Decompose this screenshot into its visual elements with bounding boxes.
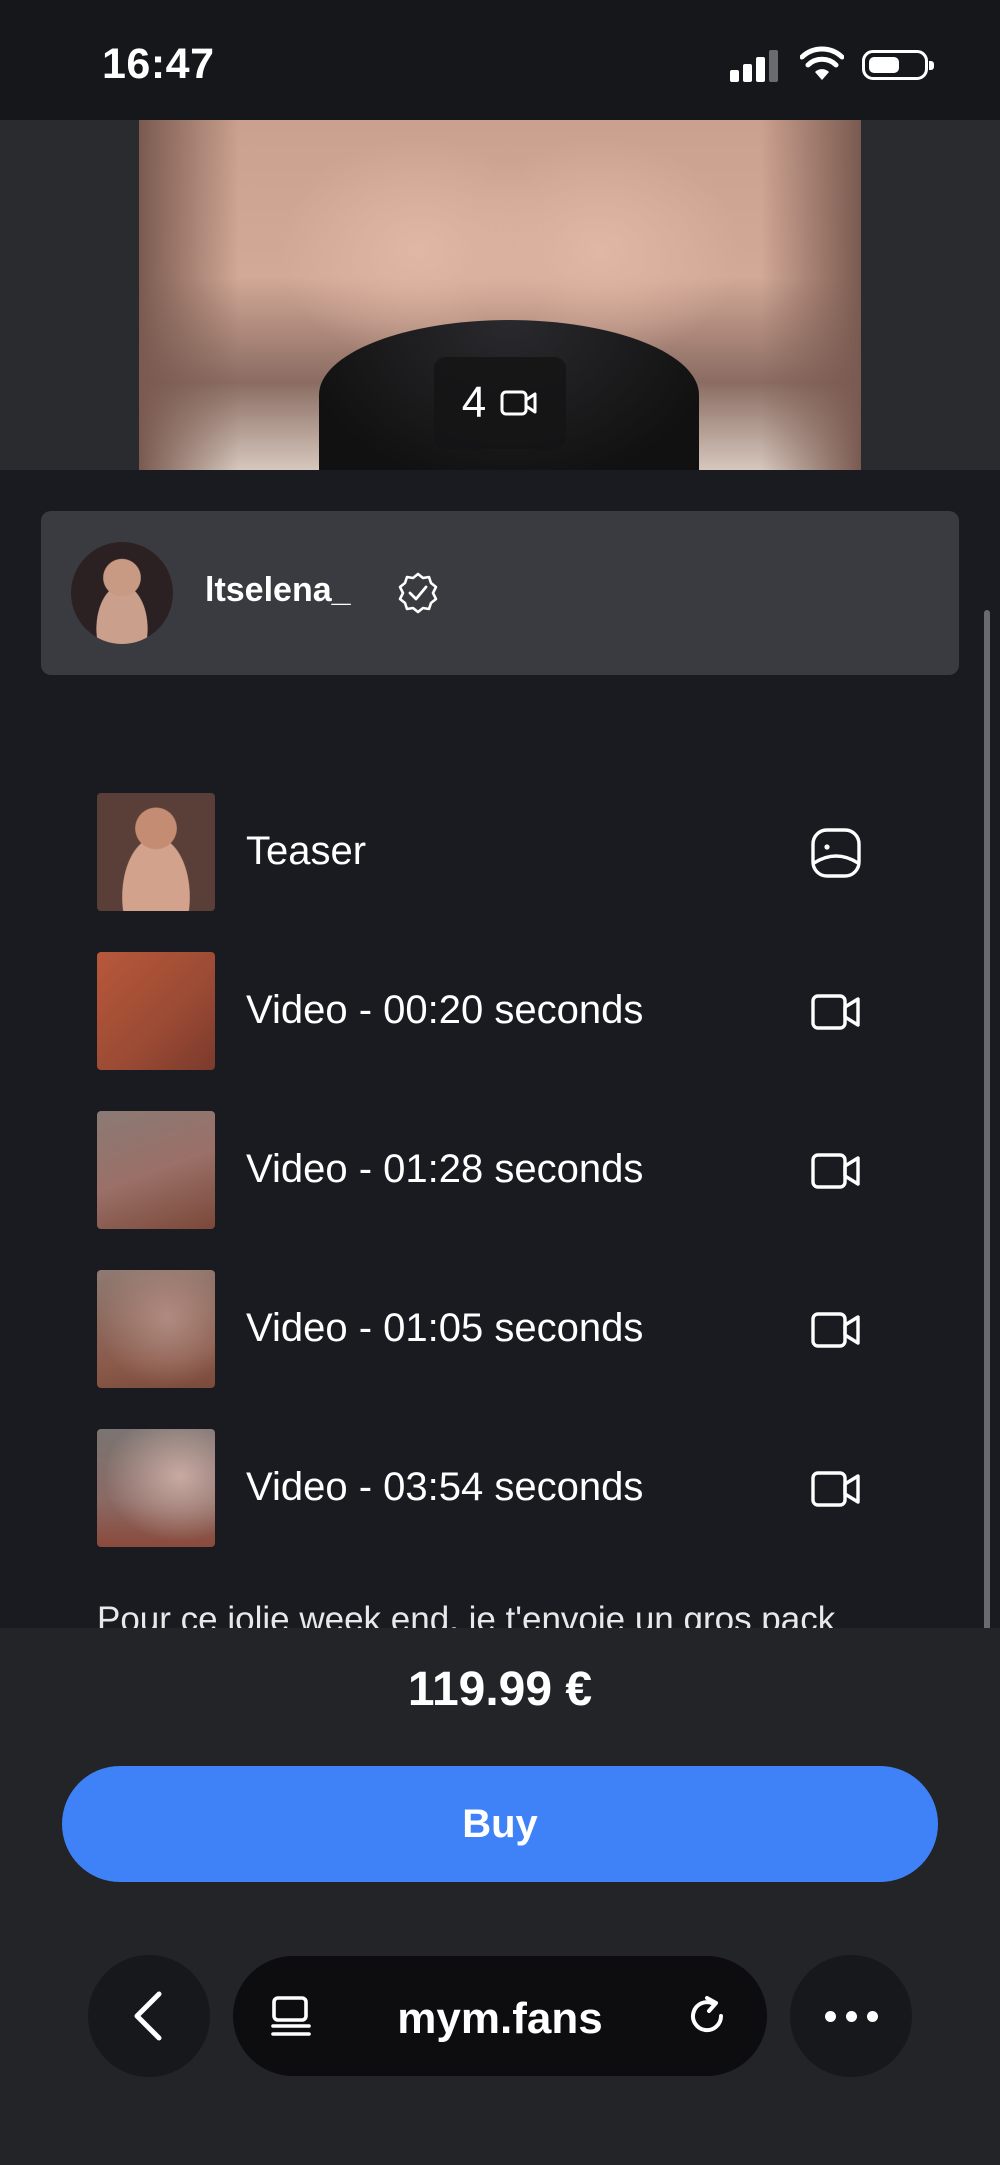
avatar[interactable] [71,542,173,644]
item-label: Video - 01:28 seconds [246,1147,644,1191]
list-item-teaser[interactable]: Teaser [97,793,877,913]
video-camera-icon [500,390,537,416]
item-thumbnail [97,952,215,1070]
item-thumbnail [97,1429,215,1547]
teaser-icon [811,828,861,878]
list-item-video[interactable]: Video - 01:28 seconds [97,1111,877,1231]
item-thumbnail [97,1270,215,1388]
address-bar[interactable]: mym.fans [233,1956,767,2076]
list-item-video[interactable]: Video - 03:54 seconds [97,1429,877,1549]
item-label: Video - 01:05 seconds [246,1306,644,1350]
item-label: Video - 00:20 seconds [246,988,644,1032]
list-item-video[interactable]: Video - 00:20 seconds [97,952,877,1072]
list-item-video[interactable]: Video - 01:05 seconds [97,1270,877,1390]
ellipsis-icon [824,2010,836,2022]
cellular-signal-icon [730,50,782,82]
creator-card[interactable]: ltselena_ [41,511,959,675]
status-bar: 16:47 [0,0,1000,120]
chevron-left-icon [134,1991,162,2041]
more-options-button[interactable] [790,1955,912,2077]
reload-icon[interactable] [685,1994,729,2038]
video-camera-icon [811,1153,860,1189]
item-thumbnail [97,793,215,911]
item-label: Video - 03:54 seconds [246,1465,644,1509]
battery-icon [862,50,934,80]
media-count: 4 [461,378,487,427]
video-camera-icon [811,1471,860,1507]
verified-badge-icon [398,572,438,614]
media-count-badge: 4 [434,357,566,449]
buy-button[interactable]: Buy [62,1766,938,1882]
creator-name[interactable]: ltselena_ [205,571,351,610]
video-camera-icon [811,1312,860,1348]
wifi-icon [800,46,844,80]
item-thumbnail [97,1111,215,1229]
item-label: Teaser [246,829,367,873]
status-time: 16:47 [102,40,215,88]
back-button[interactable] [88,1955,210,2077]
video-camera-icon [811,994,860,1030]
price: 119.99 € [407,1663,593,1716]
